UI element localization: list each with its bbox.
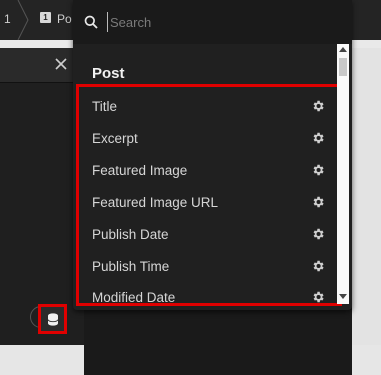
list-item-title[interactable]: Title <box>92 94 328 118</box>
gear-icon[interactable] <box>311 290 325 304</box>
scrollbar-thumb[interactable] <box>339 58 347 76</box>
list-item-label: Excerpt <box>92 130 138 146</box>
breadcrumb-item-2[interactable]: Po <box>57 12 72 26</box>
list-item-label: Modified Date <box>92 289 176 305</box>
list-item-label: Title <box>92 98 118 114</box>
list-item-modified-date[interactable]: Modified Date <box>92 285 328 309</box>
search-icon <box>84 15 98 29</box>
database-icon <box>47 312 58 326</box>
element-panel-header <box>0 48 84 83</box>
canvas-edge <box>352 48 381 375</box>
gear-icon[interactable] <box>311 163 325 177</box>
list-item-label: Featured Image <box>92 162 188 178</box>
gear-icon[interactable] <box>311 195 325 209</box>
gear-icon[interactable] <box>311 227 325 241</box>
group-title: Post <box>92 65 125 82</box>
list-item-label: Publish Date <box>92 226 169 242</box>
list-item-featured-image-url[interactable]: Featured Image URL <box>92 190 328 214</box>
gear-icon[interactable] <box>311 131 325 145</box>
scroll-down-arrow-icon[interactable] <box>339 294 347 299</box>
list-item-label: Publish Time <box>92 258 170 274</box>
close-icon[interactable] <box>52 55 70 73</box>
breadcrumb-badge: 1 <box>40 12 51 23</box>
element-panel <box>0 48 84 345</box>
dropdown-shadow-area <box>84 310 352 375</box>
list-item-excerpt[interactable]: Excerpt <box>92 126 328 150</box>
breadcrumb-item-1[interactable]: 1 <box>4 12 11 26</box>
list-item-label: Featured Image URL <box>92 194 219 210</box>
gear-icon[interactable] <box>311 259 325 273</box>
list-item-publish-date[interactable]: Publish Date <box>92 222 328 246</box>
breadcrumb-separator-icon <box>17 0 29 40</box>
search-row <box>73 0 352 44</box>
dropdown-scrollbar[interactable] <box>337 44 349 304</box>
search-input[interactable] <box>107 12 330 32</box>
dynamic-data-dropdown: Post Title Excerpt Featured Image Featur… <box>73 0 352 310</box>
scroll-up-arrow-icon[interactable] <box>339 47 347 52</box>
list-item-publish-time[interactable]: Publish Time <box>92 254 328 278</box>
dynamic-data-button[interactable] <box>38 304 67 334</box>
list-item-featured-image[interactable]: Featured Image <box>92 158 328 182</box>
gear-icon[interactable] <box>311 99 325 113</box>
